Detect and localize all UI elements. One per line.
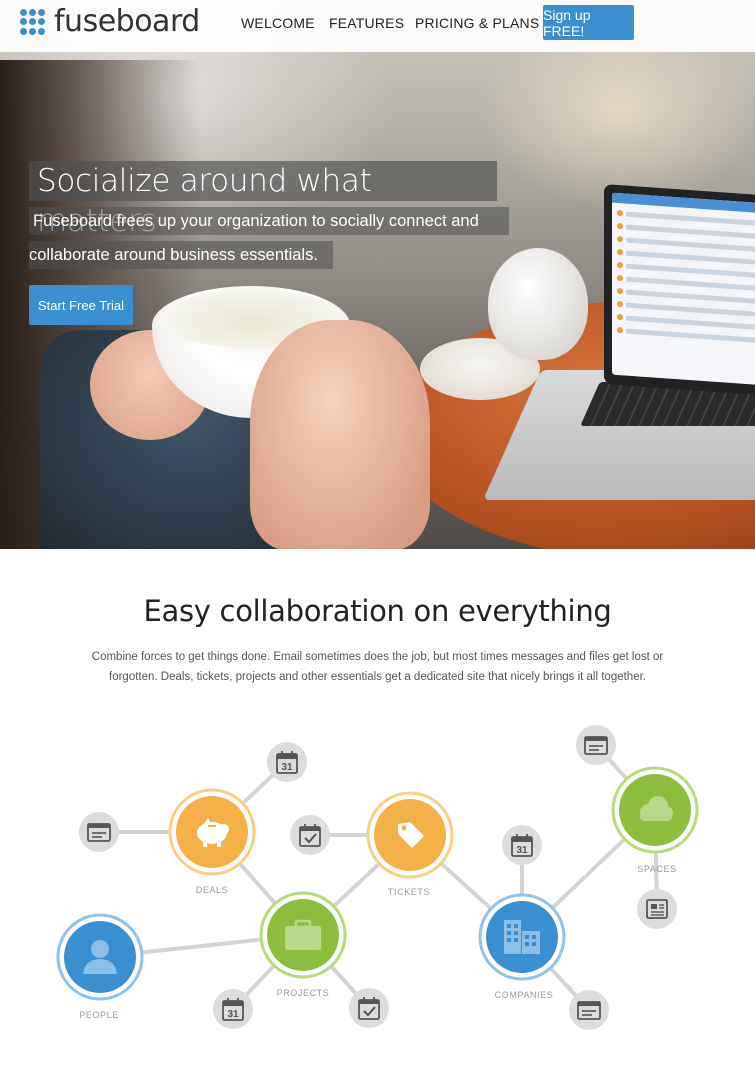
projects-node[interactable] bbox=[259, 891, 347, 979]
projects-label: PROJECTS bbox=[277, 988, 330, 998]
section-description: Combine forces to get things done. Email… bbox=[91, 651, 664, 683]
nav-link-features[interactable]: FEATURES bbox=[329, 15, 404, 31]
hero-laptop-display bbox=[612, 192, 755, 386]
calendar-day: 31 bbox=[227, 1009, 239, 1020]
tickets-label: TICKETS bbox=[388, 887, 430, 897]
nav-link-pricing-plans[interactable]: PRICING & PLANS bbox=[415, 15, 539, 31]
tickets-node[interactable] bbox=[366, 791, 454, 879]
section-title: Easy collaboration on everything bbox=[143, 594, 612, 628]
calendar-node[interactable]: 31 bbox=[267, 742, 307, 782]
calendar-node[interactable]: 31 bbox=[502, 825, 542, 865]
document-node[interactable] bbox=[569, 990, 609, 1030]
hero-laptop-screen bbox=[604, 184, 755, 396]
calendar-day: 31 bbox=[516, 845, 528, 856]
spaces-node[interactable] bbox=[611, 766, 699, 854]
deals-node[interactable] bbox=[168, 788, 256, 876]
collaboration-diagram: 31 31 31 DEALS TICKETS PROJECTS PEOPLE C… bbox=[56, 725, 699, 1030]
newspaper-node[interactable] bbox=[637, 889, 677, 929]
deals-label: DEALS bbox=[196, 885, 229, 895]
top-navbar: fuseboard WELCOME FEATURES PRICING & PLA… bbox=[0, 0, 755, 52]
nav-link-welcome[interactable]: WELCOME bbox=[241, 15, 315, 31]
hero-teapot bbox=[488, 248, 588, 360]
diagram-connectors bbox=[99, 743, 659, 1012]
hero-right-hand bbox=[250, 320, 430, 549]
logo-icon bbox=[20, 9, 46, 35]
calendar-day: 31 bbox=[281, 762, 293, 773]
hero-subtitle-line1: Fuseboard frees up your organization to … bbox=[29, 207, 509, 235]
spaces-label: SPACES bbox=[637, 864, 676, 874]
people-node[interactable] bbox=[56, 913, 144, 1001]
document-node[interactable] bbox=[79, 812, 119, 852]
hero-section: Socialize around what matters Fuseboard … bbox=[0, 0, 755, 549]
start-free-trial-button[interactable]: Start Free Trial bbox=[29, 285, 133, 325]
signup-button[interactable]: Sign up FREE! bbox=[543, 5, 634, 40]
task-node[interactable] bbox=[349, 988, 389, 1028]
companies-label: COMPANIES bbox=[495, 990, 554, 1000]
companies-node[interactable] bbox=[478, 893, 566, 981]
document-node[interactable] bbox=[576, 725, 616, 765]
logo[interactable]: fuseboard bbox=[20, 4, 200, 39]
task-node[interactable] bbox=[290, 815, 330, 855]
logo-text: fuseboard bbox=[54, 4, 200, 39]
calendar-node[interactable]: 31 bbox=[213, 989, 253, 1029]
hero-title: Socialize around what matters bbox=[29, 161, 497, 239]
people-label: PEOPLE bbox=[79, 1010, 119, 1020]
hero-subtitle-line2: collaborate around business essentials. bbox=[29, 241, 333, 269]
